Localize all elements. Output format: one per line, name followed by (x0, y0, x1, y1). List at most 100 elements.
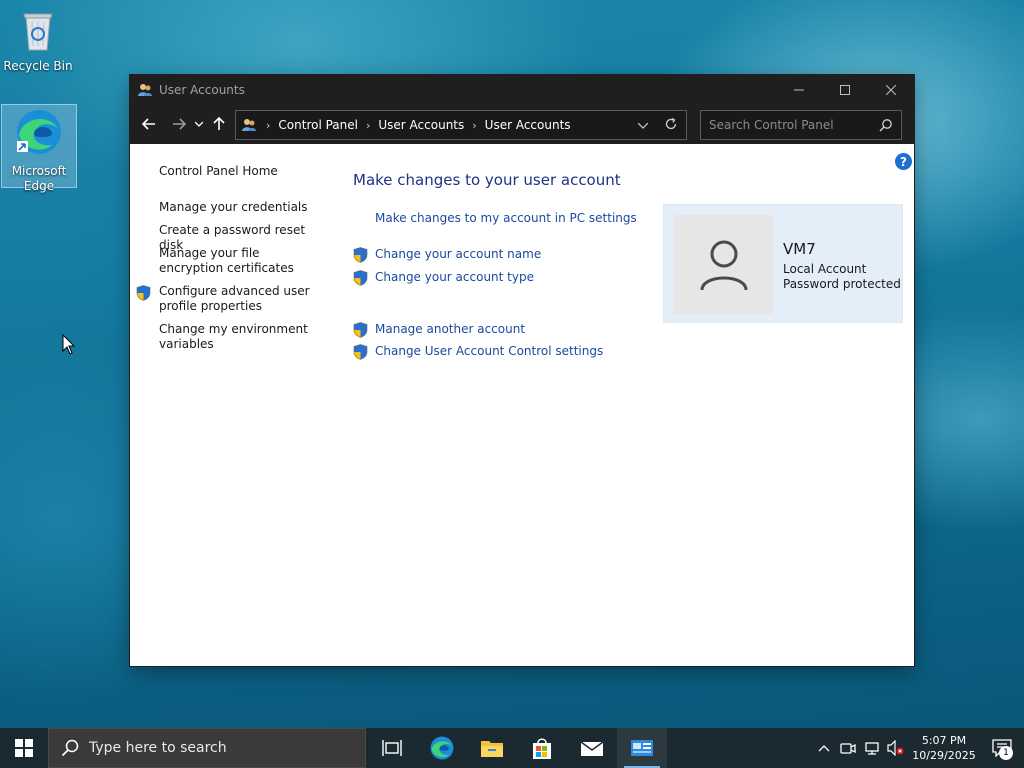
chevron-up-icon (818, 745, 830, 752)
maximize-icon (840, 84, 850, 95)
system-tray: 5:07 PM 10/29/2025 1 (812, 728, 1024, 768)
address-bar[interactable]: › Control Panel › User Accounts › User A… (235, 110, 687, 140)
minimize-button[interactable] (776, 75, 822, 104)
maximize-button[interactable] (822, 75, 868, 104)
back-arrow-icon (142, 118, 155, 130)
taskbar-control-panel[interactable] (617, 728, 667, 768)
taskbar-search-placeholder: Type here to search (89, 740, 227, 756)
uac-shield-icon (353, 270, 368, 289)
taskbar-microsoft-store[interactable] (517, 728, 567, 768)
close-icon (886, 84, 896, 95)
search-icon (61, 739, 79, 757)
help-button[interactable]: ? (895, 153, 912, 170)
breadcrumb-user-accounts[interactable]: User Accounts (378, 118, 464, 132)
desktop-icon-label: Microsoft Edge (11, 164, 67, 193)
forward-arrow-icon (173, 118, 186, 130)
meet-now-button[interactable] (836, 728, 860, 768)
control-panel-icon (631, 740, 653, 756)
user-accounts-icon (240, 117, 258, 133)
breadcrumb-control-panel[interactable]: Control Panel (278, 118, 358, 132)
task-view-icon (382, 740, 402, 756)
desktop-icon-recycle-bin[interactable]: Recycle Bin (0, 4, 76, 78)
refresh-button[interactable] (664, 117, 678, 134)
breadcrumb-separator-icon[interactable]: › (472, 119, 476, 132)
breadcrumb-separator-icon: › (266, 118, 271, 132)
edge-icon (430, 736, 454, 760)
minimize-icon (794, 89, 804, 90)
account-password-status: Password protected (783, 277, 901, 291)
video-camera-icon (840, 743, 856, 754)
nav-manage-credentials[interactable]: Manage your credentials (159, 200, 319, 215)
uac-shield-icon (353, 247, 368, 266)
link-label: Change your account name (375, 247, 542, 261)
address-dropdown-button[interactable] (637, 118, 649, 132)
account-name: VM7 (783, 240, 816, 258)
edge-icon (2, 107, 76, 161)
taskbar-mail[interactable] (567, 728, 617, 768)
link-change-account-name[interactable]: Change your account name (353, 247, 542, 263)
search-box[interactable] (700, 110, 902, 140)
clock-time: 5:07 PM (921, 734, 967, 747)
link-change-account-type[interactable]: Change your account type (353, 270, 534, 286)
show-hidden-icons-button[interactable] (812, 728, 836, 768)
nav-change-environment-variables[interactable]: Change my environment variables (159, 322, 319, 352)
user-accounts-icon (137, 82, 153, 98)
nav-manage-file-encryption-certificates[interactable]: Manage your file encryption certificates (159, 246, 319, 276)
taskbar-file-explorer[interactable] (467, 728, 517, 768)
recent-locations-button[interactable] (192, 110, 206, 138)
page-heading: Make changes to your user account (353, 171, 621, 189)
breadcrumb-user-accounts-current[interactable]: User Accounts (485, 118, 571, 132)
search-input[interactable] (709, 118, 869, 132)
account-summary-panel: VM7 Local Account Password protected (663, 204, 903, 323)
content-area: ? Control Panel Home Manage your credent… (130, 147, 914, 666)
volume-button[interactable] (884, 728, 908, 768)
desktop-icon-label: Recycle Bin (3, 59, 73, 73)
taskbar-edge[interactable] (417, 728, 467, 768)
up-button[interactable] (206, 110, 232, 138)
link-manage-another-account[interactable]: Manage another account (353, 322, 526, 338)
store-icon (533, 738, 551, 759)
network-button[interactable] (860, 728, 884, 768)
chevron-down-icon (195, 121, 203, 127)
uac-shield-icon (353, 344, 368, 363)
search-icon[interactable] (879, 118, 893, 135)
refresh-icon (665, 117, 677, 130)
back-button[interactable] (136, 110, 162, 138)
recycle-bin-icon (0, 8, 76, 56)
nav-configure-advanced-profile[interactable]: Configure advanced user profile properti… (136, 284, 319, 314)
up-arrow-icon (213, 117, 225, 130)
user-accounts-window: User Accounts › Control Panel › User Acc… (130, 75, 914, 666)
title-bar[interactable]: User Accounts (130, 75, 914, 104)
windows-logo-icon (15, 739, 33, 757)
start-button[interactable] (0, 728, 48, 768)
task-view-button[interactable] (367, 728, 417, 768)
link-pc-settings[interactable]: Make changes to my account in PC setting… (375, 211, 637, 225)
link-change-uac-settings[interactable]: Change User Account Control settings (353, 344, 604, 360)
uac-shield-icon (136, 285, 151, 305)
notification-center-button[interactable]: 1 (980, 728, 1024, 768)
desktop-icon-microsoft-edge[interactable]: Microsoft Edge (1, 104, 77, 193)
mouse-cursor-icon (62, 333, 76, 359)
taskbar-search-box[interactable]: Type here to search (48, 728, 366, 768)
account-type: Local Account (783, 262, 867, 276)
notification-badge: 1 (999, 746, 1013, 760)
user-avatar-icon (700, 240, 747, 290)
taskbar: Type here to search 5:07 PM 10/29/2025 1 (0, 728, 1024, 768)
forward-button[interactable] (166, 110, 192, 138)
chevron-down-icon (637, 122, 649, 129)
clock-date: 10/29/2025 (912, 749, 976, 762)
clock[interactable]: 5:07 PM 10/29/2025 (908, 733, 980, 763)
navigation-bar: › Control Panel › User Accounts › User A… (130, 104, 914, 147)
network-icon (865, 742, 879, 755)
link-label: Change your account type (375, 270, 534, 284)
volume-muted-icon (887, 740, 904, 756)
link-label: Manage another account (375, 322, 526, 336)
nav-control-panel-home[interactable]: Control Panel Home (159, 164, 319, 179)
breadcrumb-separator-icon[interactable]: › (366, 119, 370, 132)
nav-label: Configure advanced user profile properti… (159, 284, 310, 313)
folder-icon (481, 741, 503, 757)
link-label: Change User Account Control settings (375, 344, 604, 358)
avatar (674, 215, 773, 314)
close-button[interactable] (868, 75, 914, 104)
mail-icon (580, 741, 604, 756)
